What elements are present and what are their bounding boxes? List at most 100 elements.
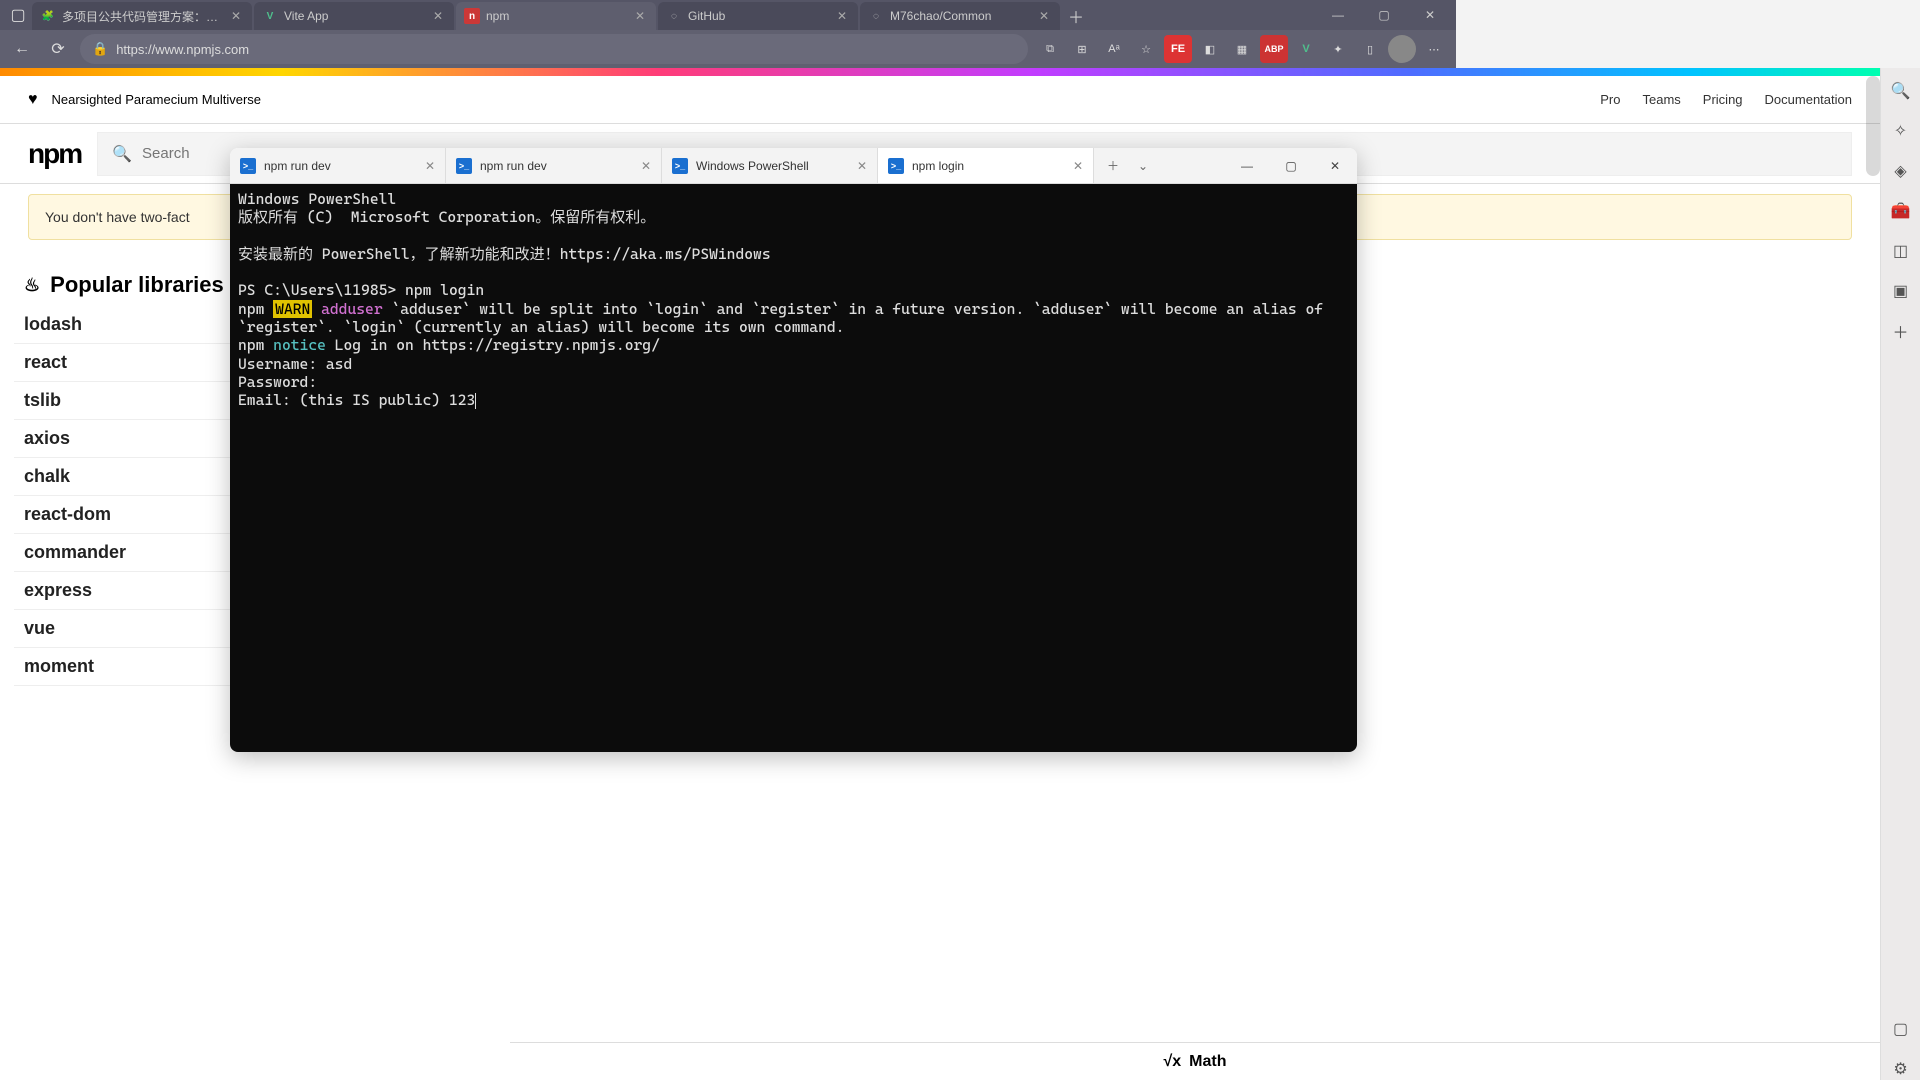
powershell-icon: >_ [240, 158, 256, 174]
extension-icons: ⧉ ⊞ Aᵃ ☆ FE ◧ ▦ ABP V ✦ ▯ ⋯ [1036, 35, 1448, 63]
favicon-icon: 🧩 [40, 8, 56, 24]
maximize-button[interactable]: ▢ [1269, 148, 1313, 183]
powershell-icon: >_ [672, 158, 688, 174]
favicon-icon: n [464, 8, 480, 24]
browser-tab[interactable]: 🧩 多项目公共代码管理方案：git su ✕ [32, 2, 252, 30]
minimize-button[interactable]: — [1316, 0, 1360, 30]
settings-icon[interactable]: ⚙ [1890, 1058, 1912, 1080]
tag-icon[interactable]: ◈ [1890, 160, 1912, 182]
warn-badge: WARN [273, 300, 312, 318]
flame-icon: ♨ [24, 275, 40, 296]
more-menu-icon[interactable]: ⋯ [1420, 35, 1448, 63]
npm-logo[interactable]: npm [28, 138, 81, 170]
close-icon[interactable]: ✕ [1073, 159, 1083, 173]
qr-icon[interactable]: ▦ [1228, 35, 1256, 63]
nav-pricing[interactable]: Pricing [1703, 92, 1743, 107]
terminal-window-controls: — ▢ ✕ [1225, 148, 1357, 183]
fe-extension-icon[interactable]: FE [1164, 35, 1192, 63]
new-tab-button[interactable]: ＋ [1062, 2, 1090, 30]
close-icon[interactable]: ✕ [641, 159, 651, 173]
star-icon[interactable]: ☆ [1132, 35, 1160, 63]
powershell-icon: >_ [456, 158, 472, 174]
close-icon[interactable]: ✕ [834, 8, 850, 24]
terminal-line: 版权所有 (C) Microsoft Corporation。保留所有权利。 [238, 208, 655, 226]
terminal-tab-title: Windows PowerShell [696, 159, 849, 173]
lock-icon: 🔒 [92, 41, 108, 57]
tab-title: 多项目公共代码管理方案：git su [62, 8, 222, 25]
briefcase-icon[interactable]: 🧰 [1890, 200, 1912, 222]
sparkle-icon[interactable]: ✧ [1890, 120, 1912, 142]
extensions-menu-icon[interactable]: ✦ [1324, 35, 1352, 63]
browser-tab[interactable]: ◌ M76chao/Common ✕ [860, 2, 1060, 30]
npm-nav-links: Pro Teams Pricing Documentation [1600, 92, 1852, 107]
close-icon[interactable]: ✕ [857, 159, 867, 173]
browser-tab[interactable]: V Vite App ✕ [254, 2, 454, 30]
abp-extension-icon[interactable]: ABP [1260, 35, 1288, 63]
grid-icon[interactable]: ⊞ [1068, 35, 1096, 63]
popular-heading-text: Popular libraries [50, 272, 224, 298]
dropdown-icon[interactable]: ⌄ [1128, 159, 1158, 173]
refresh-button[interactable]: ⟳ [44, 35, 72, 63]
url-text: https://www.npmjs.com [116, 42, 249, 57]
heart-icon[interactable]: ♥ [28, 91, 38, 109]
plus-icon[interactable]: ＋ [1890, 320, 1912, 342]
close-button[interactable]: ✕ [1408, 0, 1452, 30]
back-button[interactable]: ← [8, 35, 36, 63]
terminal-body[interactable]: Windows PowerShell 版权所有 (C) Microsoft Co… [230, 184, 1357, 752]
apps-icon[interactable]: ▣ [1890, 280, 1912, 302]
close-button[interactable]: ✕ [1313, 148, 1357, 183]
terminal-tab[interactable]: >_ npm run dev ✕ [230, 148, 446, 183]
nav-pro[interactable]: Pro [1600, 92, 1620, 107]
cursor [475, 393, 476, 409]
browser-titlebar: ▢ 🧩 多项目公共代码管理方案：git su ✕ V Vite App ✕ n … [0, 0, 1456, 30]
page-scrollbar[interactable] [1866, 76, 1880, 176]
browser-tab[interactable]: ◌ GitHub ✕ [658, 2, 858, 30]
close-icon[interactable]: ✕ [425, 159, 435, 173]
close-icon[interactable]: ✕ [632, 8, 648, 24]
tab-title: GitHub [688, 9, 828, 23]
notice-badge: notice [273, 336, 326, 354]
browser-tab-active[interactable]: n npm ✕ [456, 2, 656, 30]
terminal-tab-title: npm login [912, 159, 1065, 173]
terminal-line: Username: asd [238, 355, 352, 373]
terminal-prompt: PS C:\Users\11985> [238, 281, 405, 299]
terminal-line: Windows PowerShell [238, 190, 396, 208]
minimize-button[interactable]: — [1225, 148, 1269, 183]
math-tab[interactable]: √x Math [510, 1042, 1880, 1080]
terminal-line: npm WARN adduser `adduser` will be split… [238, 300, 1332, 336]
terminal-window: >_ npm run dev ✕ >_ npm run dev ✕ >_ Win… [230, 148, 1357, 752]
browser-tab-strip: 🧩 多项目公共代码管理方案：git su ✕ V Vite App ✕ n np… [32, 0, 1316, 30]
office-icon[interactable]: ◫ [1890, 240, 1912, 262]
url-field[interactable]: 🔒 https://www.npmjs.com [80, 34, 1028, 64]
search-icon[interactable]: 🔍 [1890, 80, 1912, 102]
vue-extension-icon[interactable]: V [1292, 35, 1320, 63]
nav-documentation[interactable]: Documentation [1765, 92, 1852, 107]
edge-sidebar: 🔍 ✧ ◈ 🧰 ◫ ▣ ＋ ▢ ⚙ [1880, 68, 1920, 1080]
favicon-icon: ◌ [666, 8, 682, 24]
tab-overview-icon[interactable]: ▢ [4, 1, 32, 29]
terminal-line: npm notice Log in on https://registry.np… [238, 336, 660, 354]
collections-icon[interactable]: ▯ [1356, 35, 1384, 63]
close-icon[interactable]: ✕ [1036, 8, 1052, 24]
terminal-tab-active[interactable]: >_ npm login ✕ [878, 148, 1094, 183]
close-icon[interactable]: ✕ [430, 8, 446, 24]
address-bar: ← ⟳ 🔒 https://www.npmjs.com ⧉ ⊞ Aᵃ ☆ FE … [0, 30, 1456, 68]
rainbow-divider [0, 68, 1880, 76]
nav-teams[interactable]: Teams [1643, 92, 1681, 107]
extension-icon[interactable]: ◧ [1196, 35, 1224, 63]
profile-avatar[interactable] [1388, 35, 1416, 63]
terminal-command: npm login [405, 281, 484, 299]
math-icon: √x [1163, 1053, 1181, 1071]
favicon-icon: V [262, 8, 278, 24]
screen-icon[interactable]: ⧉ [1036, 35, 1064, 63]
text-size-icon[interactable]: Aᵃ [1100, 35, 1128, 63]
close-icon[interactable]: ✕ [228, 8, 244, 24]
favicon-icon: ◌ [868, 8, 884, 24]
terminal-tab[interactable]: >_ Windows PowerShell ✕ [662, 148, 878, 183]
maximize-button[interactable]: ▢ [1362, 0, 1406, 30]
terminal-line: Password: [238, 373, 317, 391]
window-controls: — ▢ ✕ [1316, 0, 1452, 30]
terminal-tab[interactable]: >_ npm run dev ✕ [446, 148, 662, 183]
new-tab-button[interactable]: ＋ [1098, 157, 1128, 174]
hide-sidebar-icon[interactable]: ▢ [1890, 1018, 1912, 1040]
